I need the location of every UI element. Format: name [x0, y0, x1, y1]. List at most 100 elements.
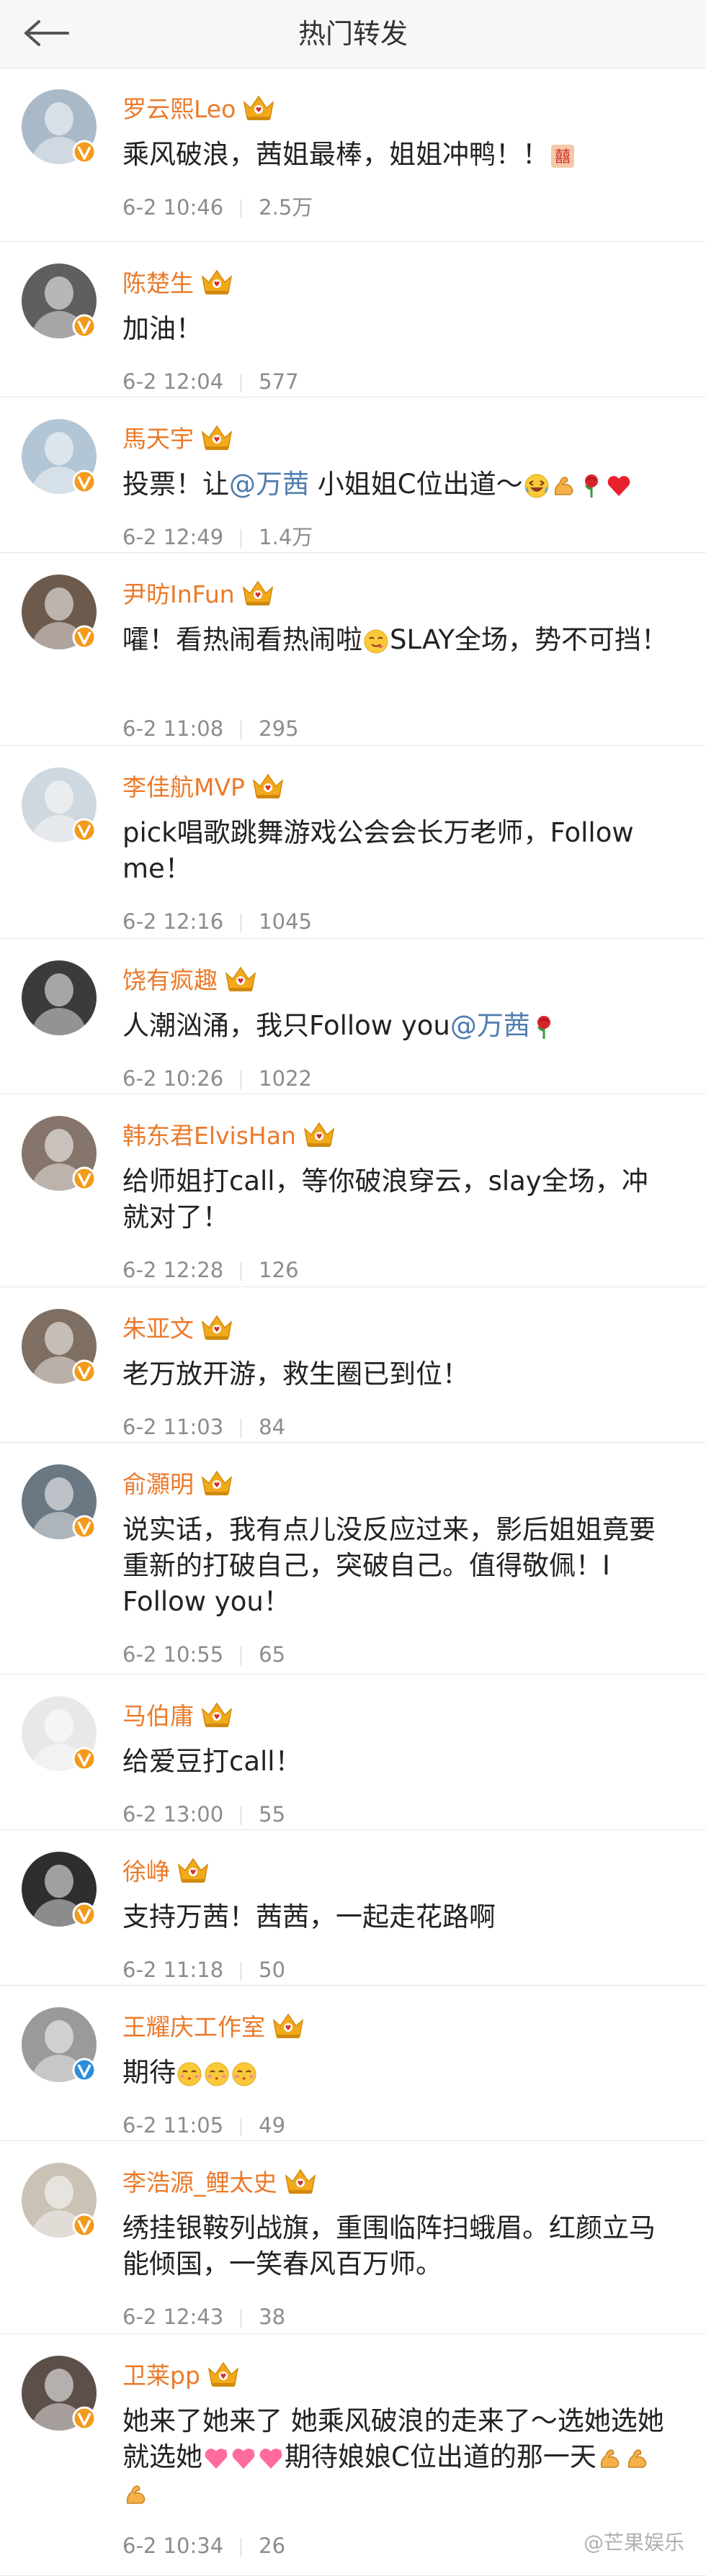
repost-count: 295 — [259, 716, 299, 741]
mention-link[interactable]: @万茜 — [229, 469, 309, 500]
username-row: 卫莱pp ♥ — [122, 2356, 241, 2392]
avatar[interactable] — [22, 1116, 97, 1191]
username[interactable]: 陈楚生 — [122, 264, 194, 299]
repost-item[interactable]: 徐峥 ♥ 支持万茜！茜茜，一起走花路啊 6-2 11:18 50 — [0, 1830, 706, 1986]
repost-item[interactable]: 马伯庸 ♥ 给爱豆打call！ 6-2 13:00 55 — [0, 1675, 706, 1830]
repost-item[interactable]: 李佳航MVP ♥ pick唱歌跳舞游戏公会会长万老师，Follow me！ 6-2 1… — [0, 746, 706, 939]
avatar[interactable] — [22, 1309, 97, 1384]
repost-count: 577 — [259, 369, 299, 394]
vip-crown-icon: ♥ — [303, 1122, 335, 1147]
repost-meta: 6-2 11:03 84 — [122, 1413, 285, 1441]
timestamp: 6-2 10:55 — [122, 1642, 224, 1667]
username[interactable]: 朱亚文 — [122, 1310, 194, 1344]
repost-meta: 6-2 12:28 126 — [122, 1256, 299, 1284]
repost-text: 投票！让@万茜 小姐姐C位出道～ — [122, 467, 670, 503]
grin-emoji-icon — [364, 629, 388, 653]
repost-item[interactable]: 馬天宇 ♥ 投票！让@万茜 小姐姐C位出道～ 6-2 12:49 1.4万 — [0, 397, 706, 553]
repost-item[interactable]: 尹昉InFun ♥ 嚯！看热闹看热闹啦 SLAY全场，势不可挡！ 6-2 11:08 29… — [0, 553, 706, 746]
svg-text:♥: ♥ — [285, 2025, 292, 2032]
avatar[interactable] — [22, 419, 97, 494]
username[interactable]: 韩东君ElvisHan — [122, 1117, 296, 1151]
vip-crown-icon: ♥ — [243, 95, 274, 120]
verified-badge-icon — [72, 1747, 97, 1771]
repost-text: 绣挂银鞍列战旗，重围临阵扫蛾眉。红颜立马能倾国，一笑春风百万师。 — [122, 2210, 670, 2282]
verified-badge-icon — [72, 2213, 97, 2238]
username[interactable]: 徐峥 — [122, 1852, 170, 1887]
username[interactable]: 饶有疯趣 — [122, 961, 218, 996]
verified-badge-icon — [72, 1902, 97, 1927]
avatar[interactable] — [22, 1696, 97, 1771]
username[interactable]: 王耀庆工作室 — [122, 2008, 265, 2043]
avatar[interactable] — [22, 2356, 97, 2431]
repost-meta: 6-2 10:55 65 — [122, 1640, 285, 1669]
repost-count: 50 — [259, 1958, 286, 1982]
text-part: SLAY全场，势不可挡！ — [390, 624, 668, 655]
repost-count: 26 — [259, 2534, 286, 2558]
laugh-emoji-icon — [524, 474, 549, 497]
username-row: 王耀庆工作室 ♥ — [122, 2007, 305, 2043]
avatar[interactable] — [22, 264, 97, 338]
vip-crown-icon: ♥ — [225, 966, 256, 991]
repost-item[interactable]: 朱亚文 ♥ 老万放开游，救生圈已到位！ 6-2 11:03 84 — [0, 1287, 706, 1443]
username[interactable]: 马伯庸 — [122, 1697, 194, 1731]
vip-crown-icon: ♥ — [242, 580, 273, 605]
vip-crown-icon: ♥ — [285, 2169, 316, 2194]
username-row: 饶有疯趣 ♥ — [122, 960, 258, 996]
username-row: 李佳航MVP ♥ — [122, 767, 285, 803]
repost-meta: 6-2 11:05 49 — [122, 2111, 285, 2140]
avatar[interactable] — [22, 2163, 97, 2238]
muscle-icon — [627, 2449, 647, 2468]
username-row: 尹昉InFun ♥ — [122, 575, 275, 611]
avatar[interactable] — [22, 960, 97, 1035]
avatar[interactable] — [22, 575, 97, 649]
avatar[interactable] — [22, 89, 97, 164]
heart-icon — [607, 475, 630, 496]
username-row: 馬天宇 ♥ — [122, 419, 234, 455]
heart-icon — [259, 2448, 282, 2469]
kiss-emoji-icon — [232, 2062, 256, 2086]
repost-count: 126 — [259, 1258, 299, 1282]
text-part: 期待 — [122, 2057, 176, 2088]
text-part: pick唱歌跳舞游戏公会会长万老师，Follow me！ — [122, 817, 634, 884]
repost-text: pick唱歌跳舞游戏公会会长万老师，Follow me！ — [122, 815, 670, 887]
avatar[interactable] — [22, 767, 97, 842]
muscle-icon — [554, 476, 573, 495]
avatar[interactable] — [22, 1852, 97, 1927]
repost-item[interactable]: 王耀庆工作室 ♥ 期待 6-2 11:05 49 — [0, 1986, 706, 2141]
repost-item[interactable]: 李浩源_鲤太史 ♥ 绣挂银鞍列战旗，重围临阵扫蛾眉。红颜立马能倾国，一笑春风百万师。… — [0, 2141, 706, 2334]
username[interactable]: 李佳航MVP — [122, 768, 245, 803]
username[interactable]: 俞灝明 — [122, 1465, 194, 1500]
username[interactable]: 馬天宇 — [122, 420, 194, 454]
username[interactable]: 尹昉InFun — [122, 575, 235, 610]
repost-item[interactable]: 饶有疯趣 ♥ 人潮汹涌，我只Follow you@万茜 6-2 10:26 1022 — [0, 939, 706, 1094]
text-part: 绣挂银鞍列战旗，重围临阵扫蛾眉。红颜立马能倾国，一笑春风百万师。 — [122, 2212, 656, 2279]
repost-text: 她来了她来了 她乘风破浪的走来了～选她选她就选她 期待娘娘C位出道的那一天 — [122, 2403, 670, 2511]
repost-item[interactable]: 俞灝明 ♥ 说实话，我有点儿没反应过来，影后姐姐竟要重新的打破自己，突破自己。值得敬… — [0, 1443, 706, 1675]
verified-badge-icon — [72, 314, 97, 338]
avatar[interactable] — [22, 2007, 97, 2082]
repost-item[interactable]: 罗云熙Leo ♥ 乘风破浪，茜姐最棒，姐姐冲鸭！！ 囍 6-2 10:46 2.5万 — [0, 68, 706, 242]
repost-count: 1045 — [259, 909, 312, 934]
text-part: 支持万茜！茜茜，一起走花路啊 — [122, 1901, 496, 1932]
kiss-emoji-icon — [205, 2062, 229, 2086]
repost-item[interactable]: 韩东君ElvisHan ♥ 给师姐打call，等你破浪穿云，slay全场，冲就对了！… — [0, 1094, 706, 1287]
username-row: 韩东君ElvisHan ♥ — [122, 1116, 336, 1152]
repost-meta: 6-2 12:16 1045 — [122, 907, 312, 936]
sticker-icon: 囍 — [551, 144, 574, 168]
text-part: 嚯！看热闹看热闹啦 — [122, 624, 362, 655]
text-part: 人潮汹涌，我只Follow you — [122, 1010, 450, 1041]
timestamp: 6-2 10:34 — [122, 2534, 224, 2558]
verified-badge-icon — [72, 625, 97, 649]
mention-link[interactable]: @万茜 — [450, 1010, 530, 1041]
username[interactable]: 罗云熙Leo — [122, 90, 236, 125]
svg-text:♥: ♥ — [254, 592, 261, 600]
verified-badge-icon — [72, 2058, 97, 2082]
repost-text: 期待 — [122, 2055, 670, 2091]
repost-count: 1.4万 — [259, 525, 313, 549]
repost-item[interactable]: 陈楚生 ♥ 加油！ 6-2 12:04 577 — [0, 242, 706, 397]
timestamp: 6-2 12:28 — [122, 1258, 224, 1282]
avatar[interactable] — [22, 1464, 97, 1539]
heart-icon — [205, 2448, 228, 2469]
username[interactable]: 卫莱pp — [122, 2356, 200, 2391]
username[interactable]: 李浩源_鲤太史 — [122, 2163, 277, 2198]
